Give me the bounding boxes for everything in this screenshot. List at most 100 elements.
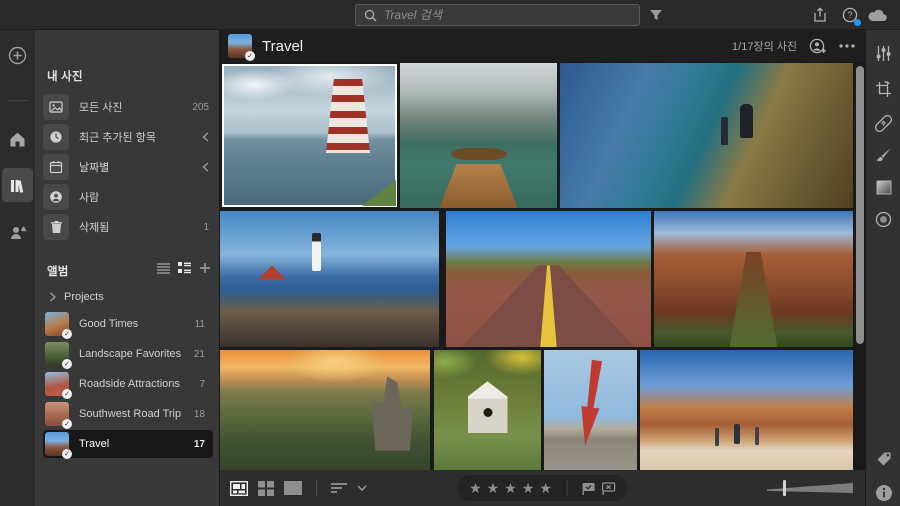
person-icon	[43, 184, 69, 210]
clock-icon	[43, 124, 69, 150]
photo-pagoda-lake[interactable]	[223, 65, 396, 206]
synced-badge-icon: ✓	[62, 419, 72, 429]
chevron-left-icon[interactable]	[202, 132, 213, 142]
calendar-icon	[43, 154, 69, 180]
chevron-down-icon[interactable]	[357, 485, 367, 491]
photo-meteora-sunset[interactable]	[220, 350, 430, 470]
top-bar: ?	[0, 0, 900, 30]
search-input[interactable]	[384, 8, 631, 22]
sidebar-item-label: 모든 사진	[79, 99, 182, 115]
sort-icon[interactable]	[331, 482, 347, 494]
album-header-thumbnail: ✓	[228, 34, 252, 58]
content-header: ✓ Travel 1/17장의 사진	[220, 30, 865, 62]
albums-section-title: 앨범	[47, 263, 69, 279]
album-count: 11	[195, 319, 209, 330]
home-icon[interactable]	[0, 122, 35, 156]
search-icon	[364, 9, 377, 22]
album-thumbnail: ✓	[45, 342, 69, 366]
page-title: Travel	[262, 38, 303, 55]
sidebar-item-label: 삭제됨	[79, 219, 193, 235]
sidebar-item-deleted[interactable]: 삭제됨 1	[43, 213, 213, 241]
album-count: 7	[199, 379, 209, 390]
rail-divider	[7, 100, 28, 101]
sidebar-item-all-photos[interactable]: 모든 사진 205	[43, 93, 213, 121]
projects-folder[interactable]: Projects	[49, 291, 104, 303]
album-row-good-times[interactable]: ✓ Good Times 11	[43, 310, 213, 338]
album-count: 21	[194, 349, 209, 360]
star-icon[interactable]: ★	[504, 480, 518, 497]
add-photos-icon[interactable]	[0, 38, 35, 72]
photo-desert-road[interactable]	[446, 211, 651, 347]
album-thumbnail: ✓	[45, 432, 69, 456]
synced-badge-icon: ✓	[62, 449, 72, 459]
synced-badge-icon: ✓	[62, 329, 72, 339]
slider-handle[interactable]	[783, 480, 786, 496]
album-count: 18	[194, 409, 209, 420]
sidebar-item-people[interactable]: 사람	[43, 183, 213, 211]
cloud-sync-icon[interactable]	[868, 5, 888, 25]
filter-funnel-icon[interactable]	[646, 5, 666, 25]
sidebar-item-by-date[interactable]: 날짜별	[43, 153, 213, 181]
album-count: 17	[194, 439, 209, 450]
single-view-icon[interactable]	[284, 481, 302, 495]
album-row-landscape-favorites[interactable]: ✓ Landscape Favorites 21	[43, 340, 213, 368]
info-icon[interactable]	[866, 478, 900, 506]
star-icon[interactable]: ★	[469, 480, 483, 497]
healing-brush-icon[interactable]	[866, 108, 900, 138]
help-icon[interactable]: ?	[840, 5, 860, 25]
album-row-roadside-attractions[interactable]: ✓ Roadside Attractions 7	[43, 370, 213, 398]
photo-zion-canyon[interactable]	[654, 211, 853, 347]
album-name: Travel	[79, 438, 184, 450]
search-box[interactable]	[355, 4, 640, 26]
album-row-travel[interactable]: ✓ Travel 17	[43, 430, 213, 458]
star-icon[interactable]: ★	[487, 480, 501, 497]
photo-hikers-fjord[interactable]	[560, 63, 853, 208]
list-thumb-view-icon[interactable]	[178, 262, 191, 274]
flag-reject-icon[interactable]	[602, 482, 616, 495]
library-icon[interactable]	[2, 168, 33, 202]
projects-label: Projects	[64, 291, 104, 303]
photo-bryce-canyon-friends[interactable]	[640, 350, 853, 470]
star-rating[interactable]: ★★★★★	[469, 480, 553, 497]
toolbar-divider	[316, 480, 317, 496]
album-name: Southwest Road Trip	[79, 408, 184, 420]
main-content: ✓ Travel 1/17장의 사진	[220, 30, 865, 506]
album-thumbnail: ✓	[45, 402, 69, 426]
edit-sliders-icon[interactable]	[866, 38, 900, 68]
add-album-icon[interactable]	[199, 262, 211, 274]
photo-birdhouse[interactable]	[434, 350, 541, 470]
flag-pick-icon[interactable]	[582, 482, 596, 495]
sidebar-item-recently-added[interactable]: 최근 추가된 항목	[43, 123, 213, 151]
square-grid-view-icon[interactable]	[258, 481, 274, 496]
notification-dot	[854, 19, 861, 26]
star-icon[interactable]: ★	[522, 480, 536, 497]
crop-icon[interactable]	[866, 74, 900, 104]
photo-lighthouse-coast[interactable]	[220, 211, 439, 347]
item-count: 1	[203, 222, 213, 233]
add-people-icon[interactable]	[809, 38, 827, 54]
photo-boat-dock-lake[interactable]	[400, 63, 557, 208]
more-options-icon[interactable]	[839, 44, 855, 48]
chevron-left-icon[interactable]	[202, 162, 213, 172]
bottom-toolbar: ★★★★★	[220, 470, 865, 506]
album-row-southwest-road-trip[interactable]: ✓ Southwest Road Trip 18	[43, 400, 213, 428]
list-view-icon[interactable]	[157, 262, 170, 274]
photo-red-arrow-sign[interactable]	[544, 350, 637, 470]
mosaic-view-icon[interactable]	[230, 481, 248, 496]
scrollbar-thumb[interactable]	[856, 66, 864, 344]
brush-icon[interactable]	[866, 140, 900, 170]
lightroom-app: ? 내 사진 모든 사진 205	[0, 0, 900, 506]
thumbnail-size-slider[interactable]	[767, 482, 853, 494]
share-icon[interactable]	[810, 5, 830, 25]
linear-gradient-icon[interactable]	[866, 172, 900, 202]
star-icon[interactable]: ★	[539, 480, 553, 497]
radial-gradient-icon[interactable]	[866, 204, 900, 234]
rating-flag-pill: ★★★★★	[457, 475, 628, 501]
keyword-tag-icon[interactable]	[866, 444, 900, 474]
synced-badge-icon: ✓	[62, 359, 72, 369]
photo-count-label: 1/17장의 사진	[732, 38, 797, 54]
scrollbar-track[interactable]	[856, 64, 864, 468]
album-thumbnail: ✓	[45, 372, 69, 396]
people-share-icon[interactable]	[0, 216, 35, 250]
synced-badge-icon: ✓	[245, 51, 255, 61]
